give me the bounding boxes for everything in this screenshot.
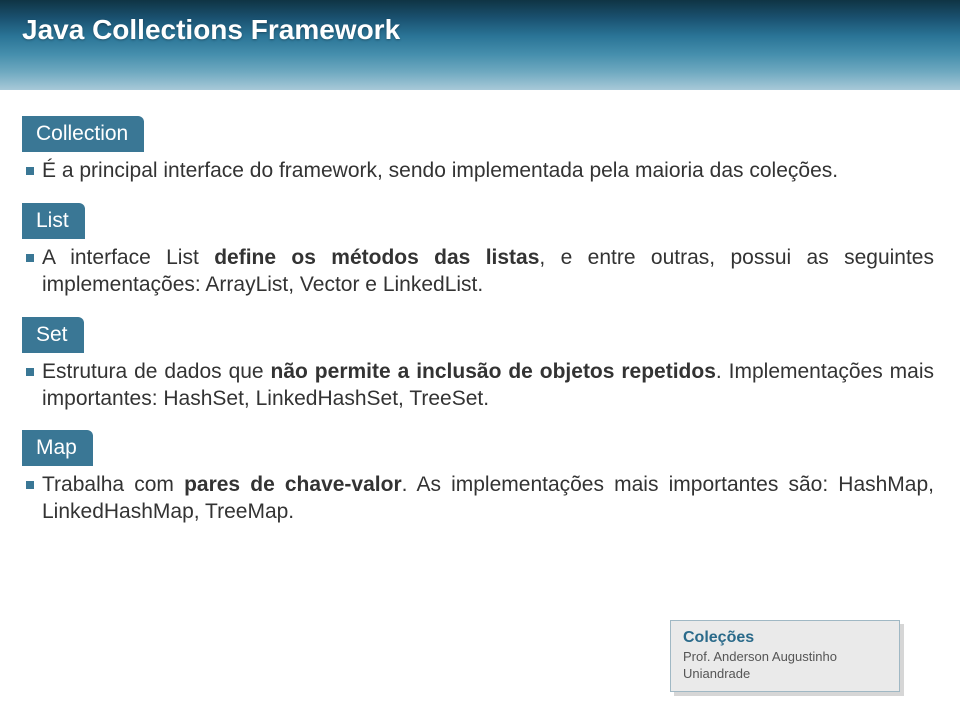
desc-set: Estrutura de dados que não permite a inc… (22, 353, 938, 423)
slide-header: Java Collections Framework (0, 0, 960, 90)
footer-box: Coleções Prof. Anderson Augustinho Unian… (670, 620, 900, 692)
desc-collection: É a principal interface do framework, se… (22, 152, 938, 195)
block-collection: Collection É a principal interface do fr… (22, 116, 938, 195)
tab-list: List (22, 203, 85, 239)
slide-title: Java Collections Framework (22, 14, 938, 46)
footer-professor: Prof. Anderson Augustinho (683, 649, 887, 666)
block-list: List A interface List define os métodos … (22, 203, 938, 309)
footer-institution: Uniandrade (683, 666, 887, 683)
tab-map: Map (22, 430, 93, 466)
desc-list: A interface List define os métodos das l… (22, 239, 938, 309)
slide-content: Collection É a principal interface do fr… (0, 90, 960, 536)
desc-map: Trabalha com pares de chave-valor. As im… (22, 466, 938, 536)
tab-collection: Collection (22, 116, 144, 152)
block-map: Map Trabalha com pares de chave-valor. A… (22, 430, 938, 536)
block-set: Set Estrutura de dados que não permite a… (22, 317, 938, 423)
footer-title: Coleções (683, 629, 887, 647)
tab-set: Set (22, 317, 84, 353)
